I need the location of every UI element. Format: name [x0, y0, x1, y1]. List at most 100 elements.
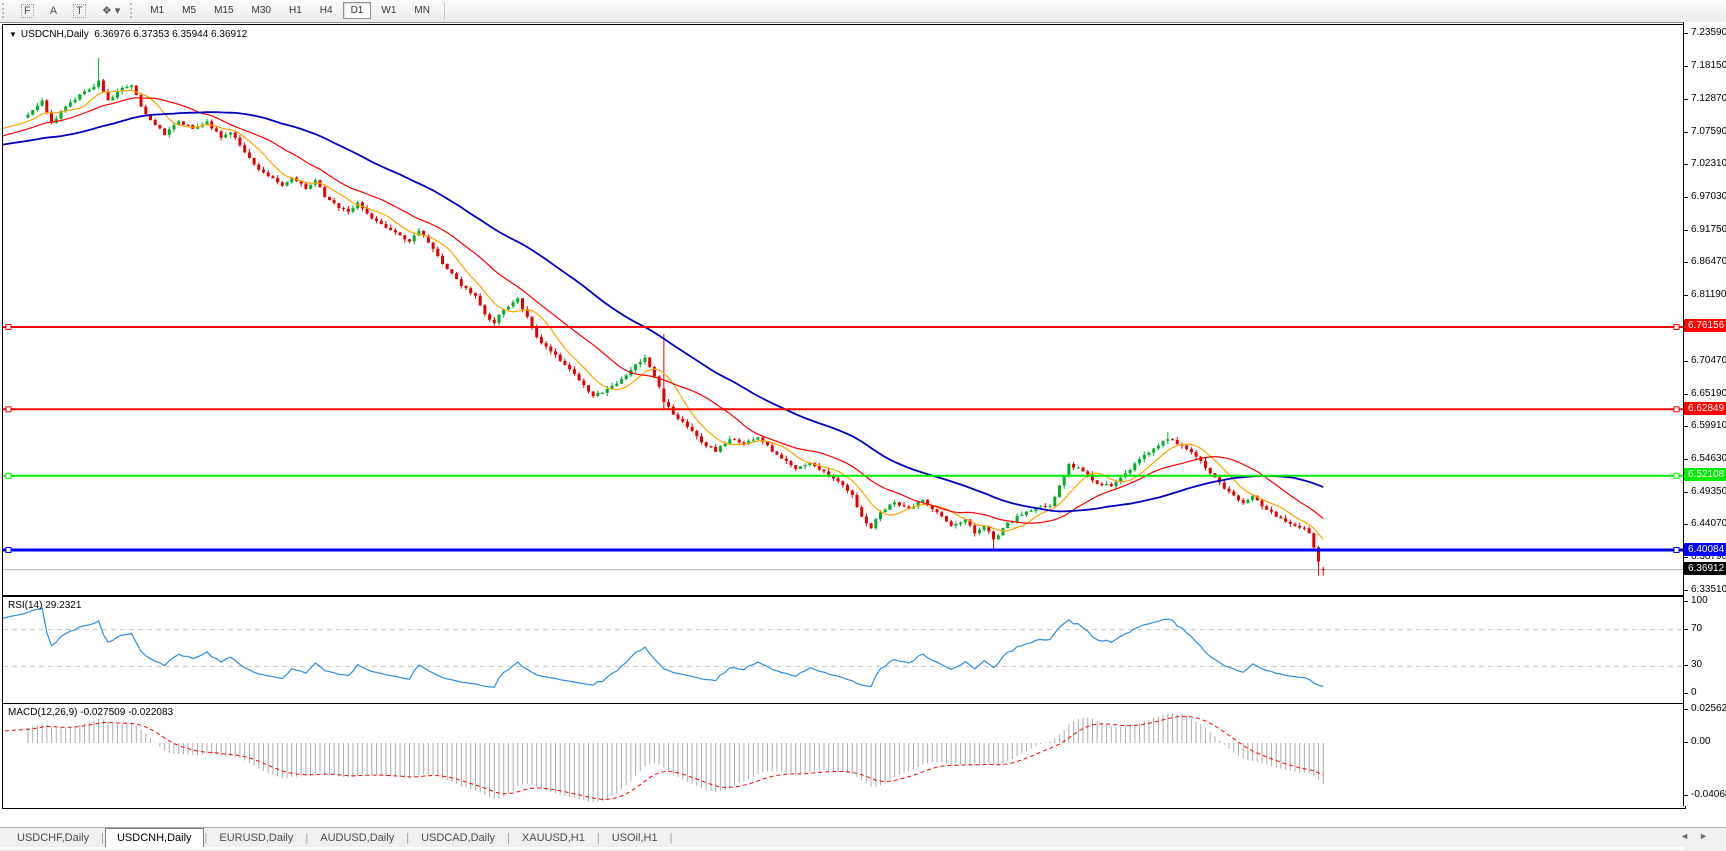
letter-a-icon[interactable]: A [44, 3, 63, 19]
top-toolbar: F A T ❖ ▾ M1 M5 M15 M30 H1 H4 D1 W1 MN [0, 0, 1726, 21]
tab-xauusd-h1[interactable]: XAUUSD,H1 [511, 830, 596, 847]
price-tick-label: 6.59910 [1691, 420, 1726, 432]
price-tick-label: 6.33510 [1691, 583, 1726, 595]
text-t-icon-glyph: T [73, 3, 86, 18]
sma-21-line [3, 97, 1324, 524]
price-tick-label: 7.07590 [1691, 125, 1726, 137]
horizontal-level-lines[interactable] [3, 324, 1683, 553]
timeframe-button-d1[interactable]: D1 [342, 2, 372, 19]
axis-tick [1684, 294, 1688, 296]
macd-canvas[interactable] [3, 704, 1683, 806]
toolbar-separator [443, 2, 445, 19]
level-price-chip: 6.76156 [1684, 319, 1726, 333]
axis-tick [1684, 196, 1688, 198]
objects-dropdown-icon-glyph: ❖ ▾ [101, 5, 121, 17]
objects-dropdown-icon[interactable]: ❖ ▾ [96, 2, 126, 19]
price-tick-label: 6.65190 [1691, 387, 1726, 399]
macd-tick-label: 0.025623 [1691, 702, 1726, 714]
tab-audusd-daily[interactable]: AUDUSD,Daily [309, 830, 405, 847]
axis-tick [1684, 393, 1688, 395]
price-tick-label: 6.86470 [1691, 256, 1726, 268]
letter-a-icon-glyph: A [49, 4, 58, 17]
macd-label: MACD(12,26,9) -0.027509 -0.022083 [8, 707, 174, 718]
tab-scroll-arrows: ◄► [1680, 831, 1718, 841]
rsi-tick-label: 70 [1691, 622, 1703, 634]
macd-tick-label: 0.00 [1691, 736, 1711, 747]
chart-window: ▼ USDCNH,Daily 6.36976 6.37353 6.35944 6.… [0, 22, 1726, 849]
axis-tick [1684, 32, 1688, 34]
level-price-chip: 6.52108 [1684, 468, 1726, 482]
timeframe-button-m30[interactable]: M30 [244, 2, 279, 19]
axis-tick [1684, 557, 1688, 559]
level-price-chip: 6.40084 [1684, 542, 1726, 556]
timeframe-button-w1[interactable]: W1 [373, 2, 404, 19]
axis-tick [1684, 524, 1688, 526]
axis-tick [1684, 601, 1688, 602]
timeframe-button-h1[interactable]: H1 [281, 2, 310, 19]
level-price-chip: 6.62849 [1684, 401, 1726, 415]
price-tick-label: 6.97030 [1691, 190, 1726, 202]
price-tick-label: 7.12870 [1691, 92, 1726, 104]
candles-layer [26, 58, 1325, 576]
tab-eurusd-daily[interactable]: EURUSD,Daily [208, 830, 304, 847]
axis-tick [1684, 628, 1688, 630]
price-chart-canvas[interactable] [3, 25, 1683, 593]
axis-tick [1684, 589, 1688, 591]
price-axis[interactable]: 7.23590 7.18150 7.12870 7.07590 7.02310 6.970… [1684, 22, 1726, 806]
collapse-triangle-icon[interactable]: ▼ [9, 30, 17, 39]
price-tick-label: 6.70470 [1691, 355, 1726, 367]
tab-usdcnh-daily[interactable]: USDCNH,Daily [104, 828, 204, 847]
timeframe-button-h4[interactable]: H4 [312, 2, 341, 19]
grid-f-icon[interactable]: F [15, 3, 40, 19]
axis-tick [1684, 665, 1688, 667]
rsi-tick-label: 100 [1691, 595, 1708, 606]
price-tick-label: 7.18150 [1691, 60, 1726, 72]
axis-tick [1684, 131, 1688, 133]
price-tick-label: 6.91750 [1691, 223, 1726, 235]
timeframe-button-m15[interactable]: M15 [206, 2, 241, 19]
rsi-line [3, 607, 1324, 688]
tab-scroll-right-icon[interactable]: ► [1699, 831, 1718, 841]
axis-tick [1684, 794, 1688, 796]
price-tick-label: 6.54630 [1691, 453, 1726, 465]
price-tick-label: 6.49350 [1691, 485, 1726, 497]
timeframe-button-mn[interactable]: MN [406, 2, 438, 19]
chart-title-text: USDCNH,Daily 6.36976 6.37353 6.35944 6.3… [20, 29, 248, 40]
rsi-label: RSI(14) 29.2321 [8, 600, 82, 611]
toolbar-grip2-icon[interactable] [130, 3, 137, 18]
price-tick-label: 7.23590 [1691, 26, 1726, 38]
rsi-tick-label: 0 [1691, 687, 1697, 698]
axis-tick [1684, 459, 1688, 461]
axis-tick [1684, 742, 1688, 743]
tab-usdcad-daily[interactable]: USDCAD,Daily [410, 830, 506, 847]
macd-indicator-panel[interactable]: MACD(12,26,9) -0.027509 -0.022083 [2, 703, 1686, 809]
axis-tick [1684, 426, 1688, 428]
rsi-indicator-panel[interactable]: RSI(14) 29.2321 [2, 596, 1686, 704]
axis-tick [1684, 66, 1688, 68]
axis-tick [1684, 164, 1688, 166]
price-tick-label: 6.81190 [1691, 288, 1726, 300]
macd-histogram [27, 713, 1324, 803]
rsi-canvas[interactable] [3, 597, 1683, 701]
chart-tab-bar: USDCHF,Daily | USDCNH,Daily | EURUSD,Daily | A… [0, 827, 1726, 847]
sma-50-line [3, 111, 1324, 513]
current-price-chip: 6.36912 [1684, 562, 1726, 576]
tab-scroll-left-icon[interactable]: ◄ [1680, 831, 1699, 841]
price-tick-label: 6.44070 [1691, 518, 1726, 530]
timeframe-button-m1[interactable]: M1 [142, 2, 172, 19]
text-t-icon[interactable]: T [67, 3, 92, 19]
tab-usoil-h1[interactable]: USOil,H1 [601, 830, 669, 847]
price-tick-label: 7.02310 [1691, 158, 1726, 170]
object-tools-group: F A T ❖ ▾ [13, 2, 128, 19]
chart-title: ▼ USDCNH,Daily 6.36976 6.37353 6.35944 6.… [9, 29, 247, 40]
axis-tick [1684, 262, 1688, 264]
grid-f-icon-glyph: F [21, 3, 34, 18]
axis-tick [1684, 361, 1688, 363]
macd-tick-label: -0.040687 [1691, 788, 1726, 800]
timeframe-button-m5[interactable]: M5 [174, 2, 204, 19]
tab-usdchf-daily[interactable]: USDCHF,Daily [6, 830, 100, 847]
toolbar-grip-icon[interactable] [2, 3, 9, 18]
price-chart-panel[interactable]: ▼ USDCNH,Daily 6.36976 6.37353 6.35944 6.… [2, 24, 1686, 596]
axis-tick [1684, 98, 1688, 100]
tab-separator: | [669, 832, 673, 844]
